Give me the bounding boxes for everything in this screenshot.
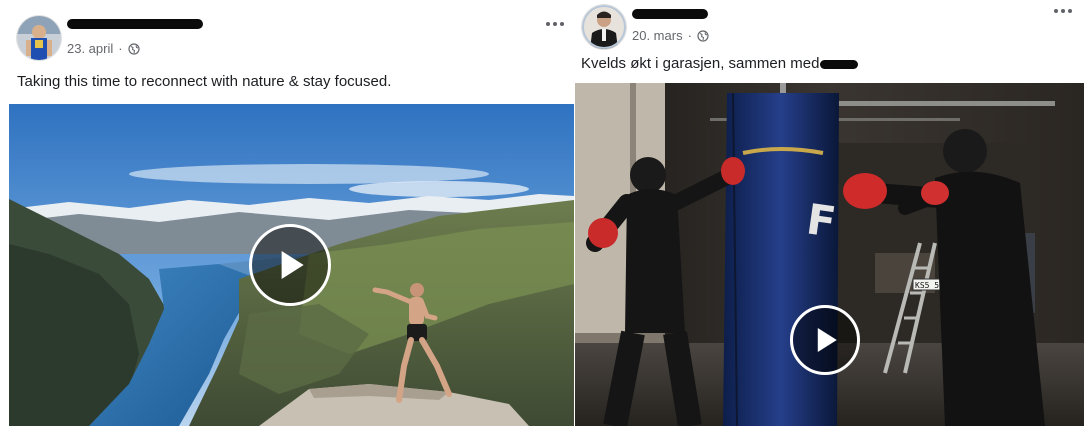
- play-icon[interactable]: [790, 305, 860, 375]
- feed-screenshot: 23. april · Taking this time to reconnec…: [0, 0, 1084, 433]
- post-date[interactable]: 20. mars: [632, 28, 683, 43]
- post-video[interactable]: [9, 104, 574, 426]
- author-avatar[interactable]: [582, 5, 626, 49]
- post-video[interactable]: KS5 5132 F: [575, 83, 1084, 426]
- author-avatar[interactable]: [17, 16, 61, 60]
- post-card-1: 23. april · Taking this time to reconnec…: [0, 0, 574, 433]
- play-icon[interactable]: [249, 224, 331, 306]
- more-options-icon[interactable]: [1049, 2, 1077, 20]
- globe-icon: [127, 42, 140, 55]
- more-options-icon[interactable]: [541, 15, 569, 33]
- post-meta: 20. mars ·: [632, 28, 709, 43]
- avatar-image: [17, 16, 61, 60]
- globe-icon: [697, 29, 709, 42]
- tagged-user-redacted[interactable]: [820, 59, 859, 69]
- avatar-image: [582, 5, 626, 49]
- post-date[interactable]: 23. april: [67, 41, 113, 56]
- post-card-2: 20. mars · Kvelds økt i garasjen, sammen…: [575, 0, 1084, 433]
- author-name-redacted[interactable]: [632, 9, 708, 19]
- post-meta: 23. april ·: [67, 41, 140, 56]
- author-name-redacted[interactable]: [67, 19, 203, 29]
- post-caption-text: Kvelds økt i garasjen, sammen med: [581, 55, 820, 72]
- post-caption: Taking this time to reconnect with natur…: [17, 73, 392, 90]
- post-caption: Kvelds økt i garasjen, sammen med: [581, 55, 859, 72]
